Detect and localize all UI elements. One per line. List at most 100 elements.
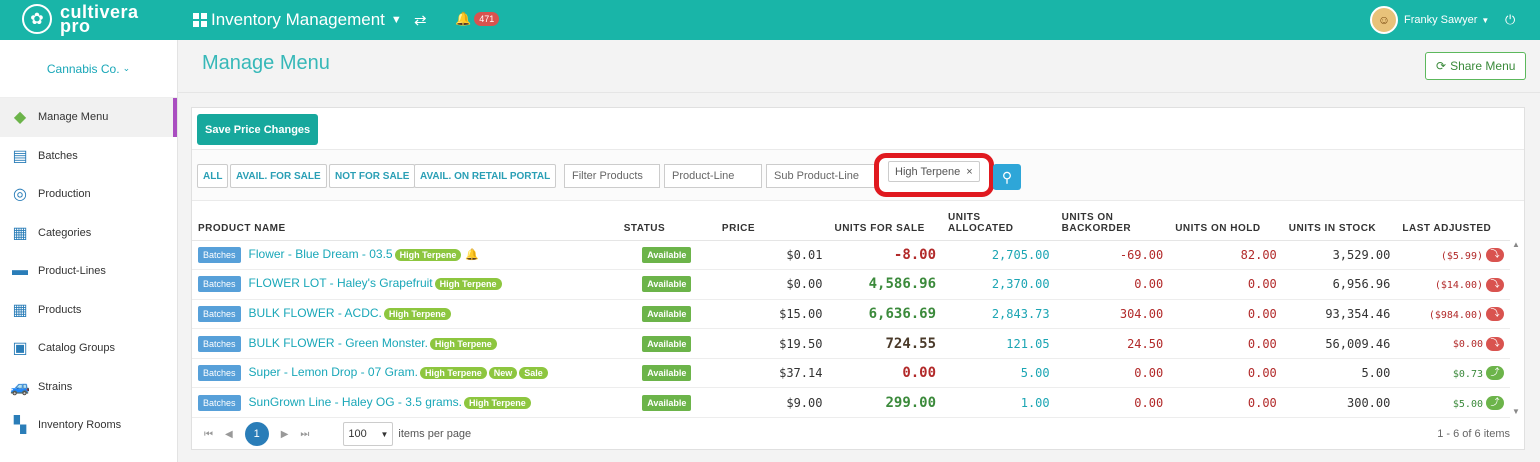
price-cell[interactable]: $19.50 (715, 328, 829, 359)
first-page-icon[interactable]: ⏮ (204, 429, 213, 440)
filter-avail-sale-button[interactable]: AVAIL. FOR SALE (230, 164, 327, 188)
product-name-link[interactable]: FLOWER LOT - Haley's Grapefruit (249, 276, 433, 290)
company-selector[interactable]: Cannabis Co. ⌄ (0, 40, 177, 98)
product-name-link[interactable]: Super - Lemon Drop - 07 Gram. (249, 365, 418, 379)
sidebar-item-catalog-groups[interactable]: ▣ Catalog Groups (0, 329, 177, 368)
power-icon[interactable]: ⏻ (1505, 12, 1515, 28)
product-name-link[interactable]: BULK FLOWER - Green Monster. (249, 336, 428, 350)
units-allocated-cell[interactable]: 2,705.00 (942, 240, 1056, 271)
table-row[interactable]: Batches Flower - Blue Dream - 03.5 High Te… (192, 240, 1510, 271)
last-adjusted-value: ($14.00) (1434, 280, 1483, 292)
batches-tag[interactable]: Batches (198, 335, 241, 352)
col-units-allocated[interactable]: UNITS ALLOCATED (942, 202, 1056, 241)
label-badge: High Terpene (463, 396, 531, 409)
col-last-adjusted[interactable]: LAST ADJUSTED (1396, 202, 1510, 241)
units-allocated-cell[interactable]: 1.00 (942, 387, 1056, 419)
col-units-backorder-line1: UNITS ON (1061, 211, 1114, 223)
sidebar-item-strains[interactable]: 🚙 Strains (0, 368, 177, 407)
price-cell[interactable]: $15.00 (715, 299, 829, 330)
table-row[interactable]: Batches SunGrown Line - Haley OG - 3.5 gr… (192, 387, 1510, 419)
scroll-down-icon[interactable]: ▼ (1510, 407, 1522, 416)
batches-tag[interactable]: Batches (198, 305, 241, 322)
product-name-link[interactable]: BULK FLOWER - ACDC. (249, 306, 382, 320)
col-units-for-sale[interactable]: UNITS FOR SALE (828, 202, 943, 241)
batches-tag[interactable]: Batches (198, 276, 241, 293)
col-price[interactable]: PRICE (715, 202, 829, 241)
table-row[interactable]: Batches Super - Lemon Drop - 07 Gram. High… (192, 358, 1510, 389)
tag-filter-box[interactable]: High Terpene × (874, 153, 994, 197)
clipboard-icon: ▤ (12, 147, 28, 165)
sidebar-item-manage-menu[interactable]: ◆ Manage Menu (0, 98, 177, 137)
share-icon: ⟳ (1436, 59, 1447, 73)
col-units-allocated-line1: UNITS (948, 211, 981, 223)
sidebar-item-categories[interactable]: ▦ Categories (0, 214, 177, 253)
sidebar-item-inventory-rooms[interactable]: ▚ Inventory Rooms (0, 406, 177, 445)
filter-products-input[interactable]: Filter Products (564, 164, 660, 188)
table-row[interactable]: Batches BULK FLOWER - Green Monster. High … (192, 328, 1510, 359)
table-row[interactable]: Batches BULK FLOWER - ACDC. High Terpene A… (192, 299, 1510, 330)
bell-icon[interactable]: 🔔 (465, 249, 479, 261)
sub-product-line-select[interactable]: Sub Product-Line (766, 164, 880, 188)
search-button[interactable]: ⚲ (993, 164, 1021, 190)
filter-bar: ALL AVAIL. FOR SALE NOT FOR SALE AVAIL. … (192, 149, 1524, 201)
units-on-hold-cell: 0.00 (1169, 269, 1283, 300)
sidebar-item-production[interactable]: ◎ Production (0, 175, 177, 214)
grid-icon: ▦ (12, 301, 28, 319)
sidebar-item-label: Product-Lines (38, 265, 106, 278)
pagination: ⏮ ◀ 1 ▶ ⏭ 100 ▼ items per page 1 - 6 of … (192, 419, 1524, 449)
sidebar-item-products[interactable]: ▦ Products (0, 291, 177, 330)
trend-up-icon[interactable]: ⤴ (1486, 366, 1504, 381)
filter-all-button[interactable]: ALL (197, 164, 229, 188)
sidebar-item-label: Manage Menu (38, 111, 109, 124)
sidebar-item-product-lines[interactable]: ▬ Product-Lines (0, 252, 177, 291)
col-units-allocated-line2: ALLOCATED (948, 222, 1014, 234)
filter-not-sale-button[interactable]: NOT FOR SALE (329, 164, 416, 188)
prev-page-icon[interactable]: ◀ (225, 429, 233, 440)
units-backorder-cell: -69.00 (1055, 240, 1170, 271)
filter-avail-retail-button[interactable]: AVAIL. ON RETAIL PORTAL (414, 164, 557, 188)
units-allocated-cell[interactable]: 5.00 (942, 358, 1056, 389)
last-adjusted-value: ($984.00) (1428, 309, 1483, 321)
page-size-select[interactable]: 100 ▼ (343, 422, 394, 446)
batches-tag[interactable]: Batches (198, 246, 241, 263)
trend-down-icon[interactable]: ⤵ (1486, 248, 1504, 263)
current-page[interactable]: 1 (244, 422, 269, 446)
col-product-name[interactable]: PRODUCT NAME (192, 202, 618, 241)
batches-tag[interactable]: Batches (198, 365, 241, 382)
table-row[interactable]: Batches FLOWER LOT - Haley's Grapefruit Hi… (192, 269, 1510, 300)
col-units-on-hold[interactable]: UNITS ON HOLD (1169, 202, 1283, 241)
col-units-in-stock[interactable]: UNITS IN STOCK (1282, 202, 1397, 241)
units-allocated-cell[interactable]: 2,843.73 (942, 299, 1056, 330)
product-name-link[interactable]: SunGrown Line - Haley OG - 3.5 grams. (249, 395, 462, 409)
product-line-select[interactable]: Product-Line (664, 164, 762, 188)
save-price-changes-button[interactable]: Save Price Changes (197, 114, 319, 145)
sidebar-item-batches[interactable]: ▤ Batches (0, 137, 177, 176)
trend-up-icon[interactable]: ⤴ (1486, 396, 1504, 411)
batches-tag[interactable]: Batches (198, 394, 241, 411)
avatar: ☺ (1370, 6, 1398, 34)
col-units-backorder[interactable]: UNITS ON BACKORDER (1055, 202, 1170, 241)
price-cell[interactable]: $0.00 (715, 269, 829, 300)
share-menu-button[interactable]: ⟳ Share Menu (1425, 52, 1527, 80)
close-icon[interactable]: × (966, 166, 972, 178)
scroll-up-icon[interactable]: ▲ (1510, 240, 1522, 249)
trend-down-icon[interactable]: ⤵ (1486, 277, 1504, 292)
user-menu[interactable]: ☺ Franky Sawyer ▼ (1370, 6, 1489, 34)
product-name-link[interactable]: Flower - Blue Dream - 03.5 (249, 247, 393, 261)
units-allocated-cell[interactable]: 121.05 (942, 328, 1056, 359)
trend-down-icon[interactable]: ⤵ (1486, 336, 1504, 351)
price-cell[interactable]: $9.00 (715, 387, 829, 419)
last-page-icon[interactable]: ⏭ (300, 429, 309, 440)
price-cell[interactable]: $0.01 (715, 240, 829, 271)
price-cell[interactable]: $37.14 (715, 358, 829, 389)
notifications-button[interactable]: 🔔 471 (455, 11, 500, 27)
units-allocated-cell[interactable]: 2,370.00 (942, 269, 1056, 300)
trend-down-icon[interactable]: ⤵ (1486, 307, 1504, 322)
next-page-icon[interactable]: ▶ (281, 429, 289, 440)
swap-icon[interactable]: ⇄ (414, 11, 427, 29)
status-badge: Available (642, 246, 692, 263)
module-switcher[interactable]: Inventory Management ▼ (193, 10, 402, 30)
table-scrollbar[interactable]: ▲ ▼ (1510, 240, 1522, 416)
col-status[interactable]: STATUS (617, 202, 716, 241)
logo[interactable]: ✿ cultivera pro (22, 3, 139, 35)
